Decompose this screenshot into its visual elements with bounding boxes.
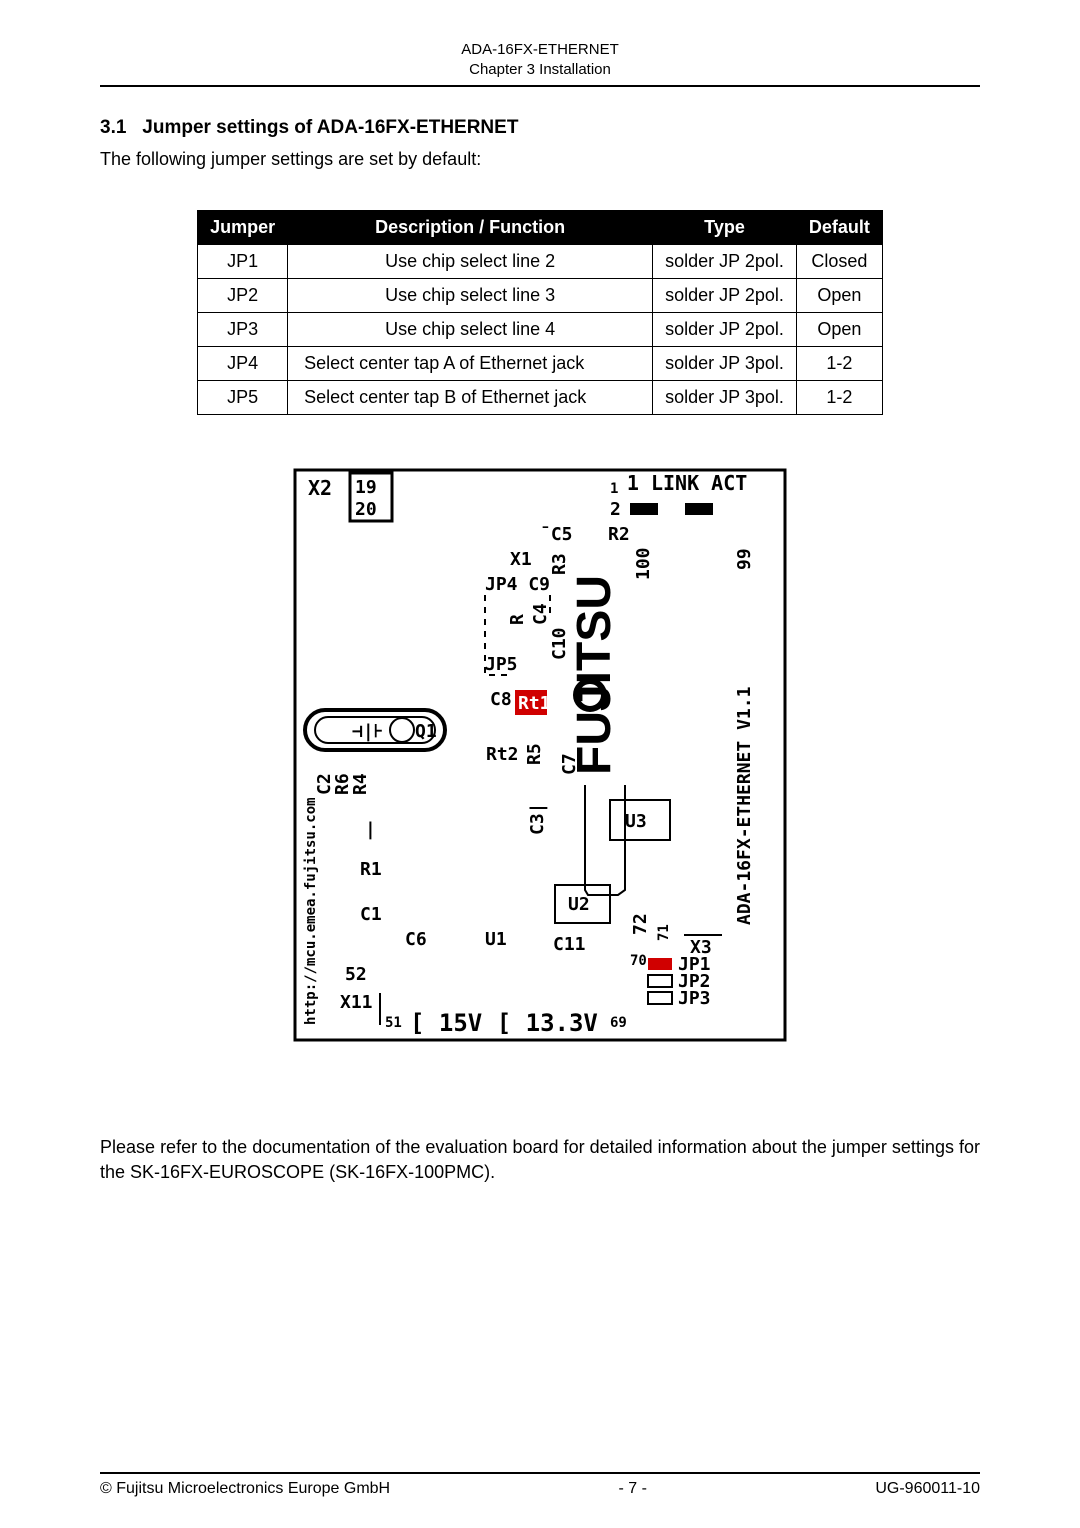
label-c5: ¯C5 xyxy=(540,524,573,545)
label-70: 70 xyxy=(630,953,647,969)
label-u2: U2 xyxy=(568,894,590,915)
table-row: JP4 Select center tap A of Ethernet jack… xyxy=(198,347,883,381)
table-row: JP5 Select center tap B of Ethernet jack… xyxy=(198,381,883,415)
label-51: 51 xyxy=(385,1015,402,1031)
footer-left: © Fujitsu Microelectronics Europe GmbH xyxy=(100,1480,390,1498)
label-rt1: Rt1 xyxy=(518,693,551,714)
label-pin-20: 20 xyxy=(355,499,377,520)
label-x11: X11 xyxy=(340,992,373,1013)
label-15v: [ 15V [ 13.3V xyxy=(410,1009,598,1037)
footer-right: UG-960011-10 xyxy=(875,1480,980,1498)
label-jp5: JP5 xyxy=(485,654,518,675)
label-url: http://mcu.emea.fujitsu.com xyxy=(303,797,319,1025)
th-jumper: Jumper xyxy=(198,211,288,245)
label-two: 2 xyxy=(610,499,621,520)
header-line-2: Chapter 3 Installation xyxy=(100,60,980,80)
section-heading: 3.1 Jumper settings of ADA-16FX-ETHERNET xyxy=(100,117,980,139)
label-c31: C3| xyxy=(527,802,548,835)
label-vbar: | xyxy=(365,819,376,840)
note-text: Please refer to the documentation of the… xyxy=(100,1135,980,1185)
cell-jumper: JP5 xyxy=(198,381,288,415)
table-header-row: Jumper Description / Function Type Defau… xyxy=(198,211,883,245)
label-jp3: JP3 xyxy=(678,988,711,1009)
cell-type: solder JP 2pol. xyxy=(653,313,797,347)
jumper-table: Jumper Description / Function Type Defau… xyxy=(197,210,883,415)
cell-default: Closed xyxy=(796,245,882,279)
label-72: 72 xyxy=(630,913,651,935)
label-q1: Q1 xyxy=(415,721,437,742)
board-diagram: .bt { font-family: monospace; font-size:… xyxy=(290,465,790,1045)
cell-jumper: JP1 xyxy=(198,245,288,279)
label-52: 52 xyxy=(345,964,367,985)
label-c6: C6 xyxy=(405,929,427,950)
label-c10: C10 xyxy=(549,627,570,660)
cell-type: solder JP 3pol. xyxy=(653,347,797,381)
cell-type: solder JP 2pol. xyxy=(653,245,797,279)
label-link-act: 1 1 LINK ACT xyxy=(610,471,747,497)
cell-default: Open xyxy=(796,279,882,313)
label-fujitsu: FUJITSU xyxy=(568,575,621,775)
table-row: JP1 Use chip select line 2 solder JP 2po… xyxy=(198,245,883,279)
label-rt2: Rt2 xyxy=(486,744,519,765)
label-r2: R2 xyxy=(608,524,630,545)
label-c4: C4 xyxy=(530,603,551,625)
jumper-table-wrap: Jumper Description / Function Type Defau… xyxy=(100,210,980,415)
footer-center: - 7 - xyxy=(619,1480,647,1498)
page-header: ADA-16FX-ETHERNET Chapter 3 Installation xyxy=(100,40,980,87)
cell-jumper: JP3 xyxy=(198,313,288,347)
label-r: R xyxy=(507,614,528,625)
cell-type: solder JP 3pol. xyxy=(653,381,797,415)
label-u3: U3 xyxy=(625,811,647,832)
page-footer: © Fujitsu Microelectronics Europe GmbH -… xyxy=(100,1472,980,1498)
label-99: 99 xyxy=(734,548,755,570)
cell-desc: Use chip select line 4 xyxy=(288,313,653,347)
cell-jumper: JP4 xyxy=(198,347,288,381)
cell-jumper: JP2 xyxy=(198,279,288,313)
table-row: JP2 Use chip select line 3 solder JP 2po… xyxy=(198,279,883,313)
label-u1: U1 xyxy=(485,929,507,950)
label-x2: X2 xyxy=(308,476,332,500)
cell-desc: Use chip select line 2 xyxy=(288,245,653,279)
cell-desc: Use chip select line 3 xyxy=(288,279,653,313)
fujitsu-logo: FUJITSU xyxy=(568,575,621,775)
label-x1: X1 xyxy=(510,549,532,570)
label-pin-19: 19 xyxy=(355,477,377,498)
header-line-1: ADA-16FX-ETHERNET xyxy=(100,40,980,60)
label-69: 69 xyxy=(610,1015,627,1031)
label-r3: R3 xyxy=(549,553,570,575)
intro-text: The following jumper settings are set by… xyxy=(100,149,980,170)
th-default: Default xyxy=(796,211,882,245)
label-c11: C11 xyxy=(553,934,586,955)
cell-type: solder JP 2pol. xyxy=(653,279,797,313)
section-title-text: Jumper settings of ADA-16FX-ETHERNET xyxy=(142,117,518,138)
cell-desc: Select center tap B of Ethernet jack xyxy=(288,381,653,415)
cell-desc: Select center tap A of Ethernet jack xyxy=(288,347,653,381)
th-description: Description / Function xyxy=(288,211,653,245)
th-type: Type xyxy=(653,211,797,245)
label-c1: C1 xyxy=(360,904,382,925)
cell-default: 1-2 xyxy=(796,381,882,415)
label-71: 71 xyxy=(656,924,672,941)
cell-default: Open xyxy=(796,313,882,347)
label-100: 100 xyxy=(633,547,654,580)
label-board: ADA-16FX-ETHERNET V1.1 xyxy=(734,687,755,925)
label-r4: R4 xyxy=(350,773,371,795)
label-rectleft: ⊣|⊦ xyxy=(352,721,383,742)
label-r5: R5 xyxy=(524,743,545,765)
label-c8: C8 xyxy=(490,689,512,710)
page: ADA-16FX-ETHERNET Chapter 3 Installation… xyxy=(0,0,1080,1528)
table-row: JP3 Use chip select line 4 solder JP 2po… xyxy=(198,313,883,347)
section-number: 3.1 xyxy=(100,117,126,138)
cell-default: 1-2 xyxy=(796,347,882,381)
label-r1: R1 xyxy=(360,859,382,880)
label-jp4c9: JP4 C9 xyxy=(485,574,550,595)
